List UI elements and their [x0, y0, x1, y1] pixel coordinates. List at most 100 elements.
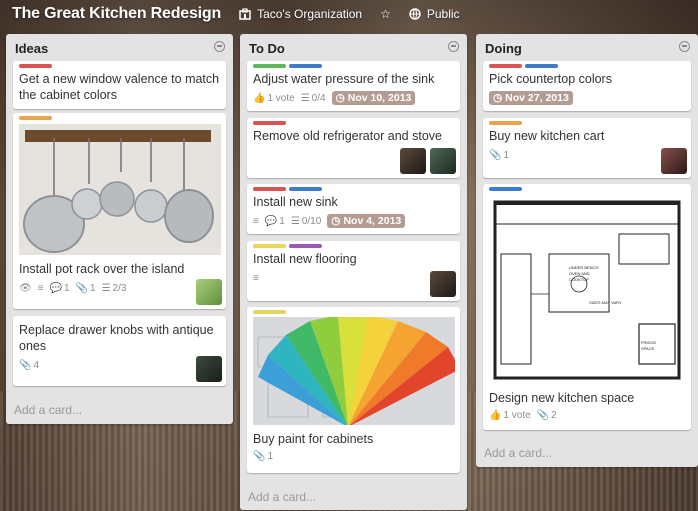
card-title: Pick countertop colors	[489, 72, 612, 86]
card-labels	[253, 64, 322, 68]
description-icon: ≡	[253, 273, 259, 284]
member-avatar[interactable]	[196, 279, 222, 305]
visibility-button[interactable]: Public	[409, 7, 460, 21]
watch-icon: 👁	[19, 283, 32, 294]
checklist-badge: ☰ 0/4	[300, 92, 326, 104]
list-to-do: To Do Adjust water pressure of the sink …	[240, 34, 467, 510]
card-kitchen-cart[interactable]: Buy new kitchen cart 📎 1	[483, 118, 691, 178]
svg-text:FRIDGE: FRIDGE	[641, 340, 656, 345]
card-title: Buy paint for cabinets	[253, 432, 374, 446]
list-menu-icon[interactable]	[214, 41, 225, 52]
comments-badge: 💬 1	[49, 283, 70, 294]
card-labels	[489, 64, 558, 68]
list-title: To Do	[249, 41, 285, 56]
card-title: Design new kitchen space	[489, 391, 635, 405]
votes-badge: 👍 1 vote	[489, 410, 531, 421]
svg-text:OVEN AND: OVEN AND	[569, 271, 590, 276]
floor-plan-cover-image: UNDER BENCHOVEN ANDCOOKTOP SIZES MAY VAR…	[489, 194, 685, 384]
attachments-badge: 📎 1	[75, 283, 96, 294]
votes-badge: 👍 1 vote	[253, 92, 295, 104]
card-labels	[489, 187, 522, 191]
add-card-link[interactable]: Add a card...	[14, 403, 82, 417]
card-drawer-knobs[interactable]: Replace drawer knobs with antique ones 📎…	[13, 316, 226, 386]
card-remove-refrigerator[interactable]: Remove old refrigerator and stove	[247, 118, 460, 178]
card-water-pressure[interactable]: Adjust water pressure of the sink 👍 1 vot…	[247, 61, 460, 111]
card-install-flooring[interactable]: Install new flooring ≡	[247, 241, 460, 301]
card-buy-paint[interactable]: Buy paint for cabinets 📎 1	[247, 307, 460, 473]
comment-icon: 💬	[49, 283, 62, 294]
thumbs-up-icon: 👍	[253, 92, 266, 104]
card-labels	[19, 116, 52, 120]
card-title: Install new flooring	[253, 252, 357, 266]
card-badges: 📎 4	[19, 360, 39, 371]
checklist-badge: ☰ 0/10	[290, 215, 322, 227]
svg-text:UNDER BENCH: UNDER BENCH	[569, 265, 598, 270]
attachments-badge: 📎 2	[536, 410, 557, 421]
checklist-badge: ☰ 2/3	[101, 283, 127, 294]
globe-icon	[409, 8, 421, 20]
list-menu-icon[interactable]	[448, 41, 459, 52]
organization-icon	[239, 8, 251, 20]
paint-swatch-cover-image	[253, 317, 455, 425]
member-avatar[interactable]	[430, 271, 456, 297]
card-title: Get a new window valence to match the ca…	[19, 72, 220, 102]
card-design-kitchen[interactable]: UNDER BENCH OVEN AND COOKTOP SIZES MAY VAR…	[483, 184, 691, 430]
card-window-valence[interactable]: Get a new window valence to match the ca…	[13, 61, 226, 109]
thumbs-up-icon: 👍	[489, 410, 502, 421]
member-avatar[interactable]	[400, 148, 426, 174]
card-install-sink[interactable]: Install new sink ≡ 💬 1 ☰ 0/10 ◷ Nov 4, 2013	[247, 184, 460, 234]
visibility-label: Public	[426, 7, 460, 21]
paperclip-icon: 📎	[253, 451, 266, 462]
card-title: Install pot rack over the island	[19, 262, 185, 276]
card-labels	[19, 64, 52, 68]
list-ideas: Ideas Get a new window valence to match …	[6, 34, 233, 424]
checklist-icon: ☰	[290, 215, 300, 227]
card-badges: 📎 1	[489, 150, 509, 161]
paperclip-icon: 📎	[75, 283, 89, 294]
card-badges: 👍 1 vote ☰ 0/4 ◷ Nov 10, 2013	[253, 91, 416, 105]
card-badges: ≡ 💬 1 ☰ 0/10 ◷ Nov 4, 2013	[253, 214, 406, 228]
comments-badge: 💬 1	[264, 215, 285, 227]
card-badges: 👁 ≡ 💬 1 📎 1 ☰ 2/3	[19, 283, 126, 294]
paperclip-icon: 📎	[19, 360, 32, 371]
attachments-badge: 📎 1	[253, 451, 274, 462]
attachments-badge: 📎 1	[489, 150, 510, 161]
organization-name: Taco's Organization	[257, 7, 363, 21]
card-countertop-colors[interactable]: Pick countertop colors ◷ Nov 27, 2013	[483, 61, 691, 111]
pot-rack-cover-image	[19, 124, 221, 255]
board-title[interactable]: The Great Kitchen Redesign	[12, 5, 221, 23]
attachments-badge: 📎 4	[19, 360, 40, 371]
list-title: Doing	[485, 41, 522, 56]
list-menu-icon[interactable]	[679, 41, 690, 52]
description-icon: ≡	[253, 215, 259, 227]
card-badges: ◷ Nov 27, 2013	[489, 91, 573, 105]
card-title: Install new sink	[253, 195, 338, 209]
due-date-badge: ◷ Nov 27, 2013	[489, 91, 573, 105]
clock-icon: ◷	[493, 92, 503, 104]
member-avatar[interactable]	[196, 356, 222, 382]
card-title: Buy new kitchen cart	[489, 129, 605, 143]
card-pot-rack[interactable]: Install pot rack over the island 👁 ≡ 💬 1 …	[13, 113, 226, 309]
card-title: Adjust water pressure of the sink	[253, 72, 435, 86]
card-labels	[253, 244, 322, 248]
card-labels	[489, 121, 522, 125]
member-avatar[interactable]	[430, 148, 456, 174]
board-header: The Great Kitchen Redesign Taco's Organi…	[0, 0, 698, 28]
card-labels	[253, 121, 286, 125]
card-badges: ≡	[253, 273, 259, 284]
svg-text:SIZES MAY VARY: SIZES MAY VARY	[589, 300, 622, 305]
organization-link[interactable]: Taco's Organization	[239, 7, 362, 21]
comment-icon: 💬	[264, 215, 278, 227]
add-card-link[interactable]: Add a card...	[248, 490, 316, 504]
checklist-icon: ☰	[101, 283, 111, 294]
due-date-badge: ◷ Nov 4, 2013	[327, 214, 406, 228]
member-avatar[interactable]	[661, 148, 687, 174]
list-title: Ideas	[15, 41, 49, 56]
card-labels	[253, 187, 322, 191]
card-labels	[253, 310, 286, 314]
checklist-icon: ☰	[300, 92, 310, 104]
clock-icon: ◷	[331, 215, 341, 227]
add-card-link[interactable]: Add a card...	[484, 446, 552, 460]
star-icon[interactable]: ☆	[380, 7, 391, 21]
card-badges: 👍 1 vote 📎 2	[489, 410, 557, 421]
